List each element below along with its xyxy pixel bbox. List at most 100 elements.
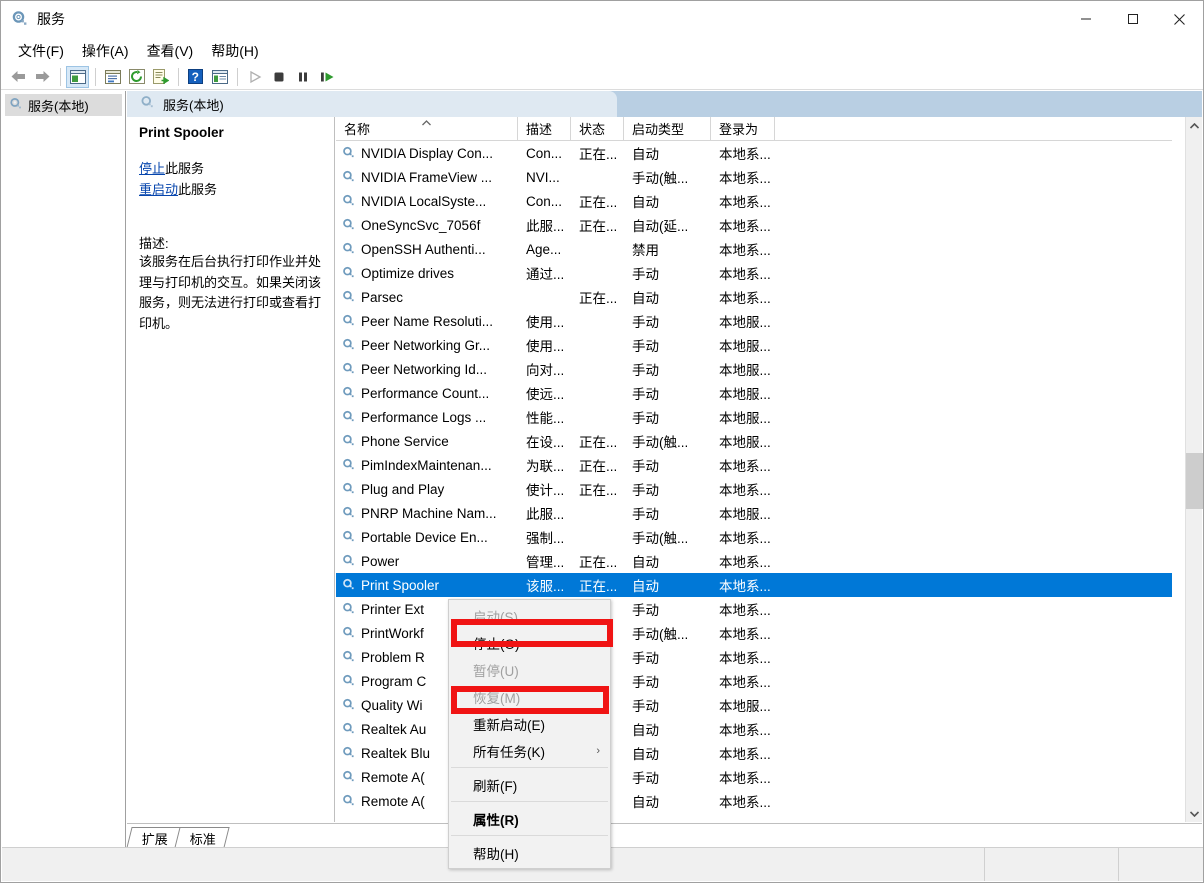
- pause-service-button[interactable]: [291, 66, 314, 88]
- column-header-2[interactable]: 状态: [571, 117, 624, 140]
- table-row[interactable]: Peer Name Resoluti... 使用... 手动 本地服...: [336, 309, 1172, 333]
- menu-file[interactable]: 文件(F): [9, 38, 73, 64]
- forward-button[interactable]: [31, 66, 54, 88]
- table-row[interactable]: Power 管理... 正在... 自动 本地系...: [336, 549, 1172, 573]
- service-gear-icon: [342, 146, 356, 160]
- help-button[interactable]: ?: [184, 66, 207, 88]
- minimize-button[interactable]: [1062, 1, 1109, 37]
- stop-service-link-row[interactable]: 停止此服务: [139, 160, 324, 178]
- start-service-button[interactable]: [243, 66, 266, 88]
- cell-logon: 本地系...: [719, 531, 771, 546]
- toolbar: ?: [1, 64, 1203, 90]
- cell-logon: 本地系...: [719, 795, 771, 810]
- service-name-text: NVIDIA FrameView ...: [361, 169, 493, 185]
- restart-service-link[interactable]: 重启动: [139, 182, 178, 197]
- table-row[interactable]: Print Spooler 该服... 正在... 自动 本地系...: [336, 573, 1172, 597]
- table-row[interactable]: Performance Count... 使远... 手动 本地服...: [336, 381, 1172, 405]
- service-gear-icon: [342, 746, 356, 760]
- ctx-stop[interactable]: 停止(O): [449, 629, 610, 656]
- cell-name: Parsec: [336, 290, 518, 305]
- cell-startup: 手动: [632, 339, 659, 354]
- column-header-0[interactable]: 名称: [336, 117, 518, 140]
- column-header-1[interactable]: 描述: [518, 117, 571, 140]
- show-hide-tree-button[interactable]: [66, 65, 89, 88]
- sidebar-item-services-local[interactable]: 服务(本地): [5, 94, 122, 116]
- service-name-text: NVIDIA Display Con...: [361, 145, 494, 161]
- cell-logon: 本地系...: [719, 603, 771, 618]
- vertical-scrollbar[interactable]: [1185, 117, 1203, 822]
- cell-logon: 本地系...: [719, 147, 771, 162]
- table-row[interactable]: NVIDIA Display Con... Con... 正在... 自动 本地系...: [336, 141, 1172, 165]
- status-pane-2: [985, 848, 1119, 881]
- column-header-3[interactable]: 启动类型: [624, 117, 711, 140]
- ctx-help[interactable]: 帮助(H): [449, 839, 610, 866]
- cell-startup: 手动(触...: [632, 531, 689, 546]
- results-pane: 服务(本地) Print Spooler 停止此服务 重启动此服务 描述: 该服…: [126, 91, 1203, 848]
- cell-name: Performance Count...: [336, 386, 518, 401]
- service-gear-icon: [342, 602, 356, 616]
- restart-service-button[interactable]: [315, 66, 338, 88]
- ctx-properties[interactable]: 属性(R): [449, 805, 610, 832]
- column-header-label: 登录为: [719, 122, 759, 137]
- cell-desc: 此服...: [526, 219, 565, 234]
- table-row[interactable]: Peer Networking Id... 向对... 手动 本地服...: [336, 357, 1172, 381]
- cell-startup: 手动: [632, 507, 659, 522]
- menu-action[interactable]: 操作(A): [73, 38, 138, 64]
- menu-help[interactable]: 帮助(H): [202, 38, 267, 64]
- table-row[interactable]: Peer Networking Gr... 使用... 手动 本地服...: [336, 333, 1172, 357]
- service-name-text: PimIndexMaintenan...: [361, 457, 492, 473]
- column-header-4[interactable]: 登录为: [711, 117, 775, 140]
- ctx-restart-label: 重新启动(E): [473, 717, 545, 733]
- ctx-refresh[interactable]: 刷新(F): [449, 771, 610, 798]
- stop-service-button[interactable]: [267, 66, 290, 88]
- table-row[interactable]: OpenSSH Authenti... Age... 禁用 本地系...: [336, 237, 1172, 261]
- cell-name: OpenSSH Authenti...: [336, 242, 518, 257]
- table-row[interactable]: PimIndexMaintenan... 为联... 正在... 手动 本地系...: [336, 453, 1172, 477]
- scrollbar-thumb[interactable]: [1186, 453, 1203, 509]
- column-header-label: 描述: [526, 122, 553, 137]
- table-row[interactable]: Performance Logs ... 性能... 手动 本地服...: [336, 405, 1172, 429]
- table-row[interactable]: OneSyncSvc_7056f 此服... 正在... 自动(延... 本地系...: [336, 213, 1172, 237]
- ctx-all-tasks[interactable]: 所有任务(K) ›: [449, 737, 610, 764]
- cell-status: 正在...: [579, 579, 618, 594]
- cell-desc: Age...: [526, 241, 562, 257]
- table-row[interactable]: Phone Service 在设... 正在... 手动(触... 本地服...: [336, 429, 1172, 453]
- table-row[interactable]: PNRP Machine Nam... 此服... 手动 本地服...: [336, 501, 1172, 525]
- table-row[interactable]: Plug and Play 使计... 正在... 手动 本地系...: [336, 477, 1172, 501]
- table-row[interactable]: Portable Device En... 强制... 手动(触... 本地系...: [336, 525, 1172, 549]
- scroll-down-arrow-icon[interactable]: [1186, 805, 1203, 822]
- cell-name: PNRP Machine Nam...: [336, 506, 518, 521]
- service-gear-icon: [342, 770, 356, 784]
- table-row[interactable]: Optimize drives 通过... 手动 本地系...: [336, 261, 1172, 285]
- service-gear-icon: [342, 290, 356, 304]
- close-button[interactable]: [1156, 1, 1203, 37]
- service-gear-icon: [342, 314, 356, 328]
- properties-button[interactable]: [101, 66, 124, 88]
- maximize-button[interactable]: [1109, 1, 1156, 37]
- menu-view[interactable]: 查看(V): [138, 38, 203, 64]
- services-gear-icon: [9, 97, 23, 114]
- ctx-restart[interactable]: 重新启动(E): [449, 710, 610, 737]
- table-row[interactable]: NVIDIA LocalSyste... Con... 正在... 自动 本地系...: [336, 189, 1172, 213]
- action-pane-icon-button[interactable]: [208, 66, 231, 88]
- cell-logon: 本地服...: [719, 315, 771, 330]
- scroll-up-arrow-icon[interactable]: [1186, 117, 1203, 134]
- tab-standard[interactable]: 标准: [174, 827, 230, 848]
- column-header-label: 启动类型: [632, 122, 685, 137]
- table-row[interactable]: Parsec 正在... 自动 本地系...: [336, 285, 1172, 309]
- ctx-pause-label: 暂停(U): [473, 663, 519, 679]
- table-row[interactable]: NVIDIA FrameView ... NVI... 手动(触... 本地系...: [336, 165, 1172, 189]
- back-button[interactable]: [7, 66, 30, 88]
- title-bar: 服务: [1, 1, 1203, 37]
- tab-extended[interactable]: 扩展: [126, 827, 182, 848]
- window-title: 服务: [37, 11, 65, 27]
- restart-service-link-row[interactable]: 重启动此服务: [139, 181, 324, 199]
- cell-startup: 自动: [632, 579, 659, 594]
- service-name-text: PrintWorkf: [361, 625, 424, 641]
- stop-service-link[interactable]: 停止: [139, 161, 165, 176]
- export-list-button[interactable]: [149, 66, 172, 88]
- cell-startup: 自动: [632, 747, 659, 762]
- cell-name: NVIDIA Display Con...: [336, 146, 518, 161]
- refresh-button[interactable]: [125, 66, 148, 88]
- service-context-menu[interactable]: 启动(S) 停止(O) 暂停(U) 恢复(M) 重新启动(E) 所有任务(K) › 刷新(F)…: [448, 599, 611, 869]
